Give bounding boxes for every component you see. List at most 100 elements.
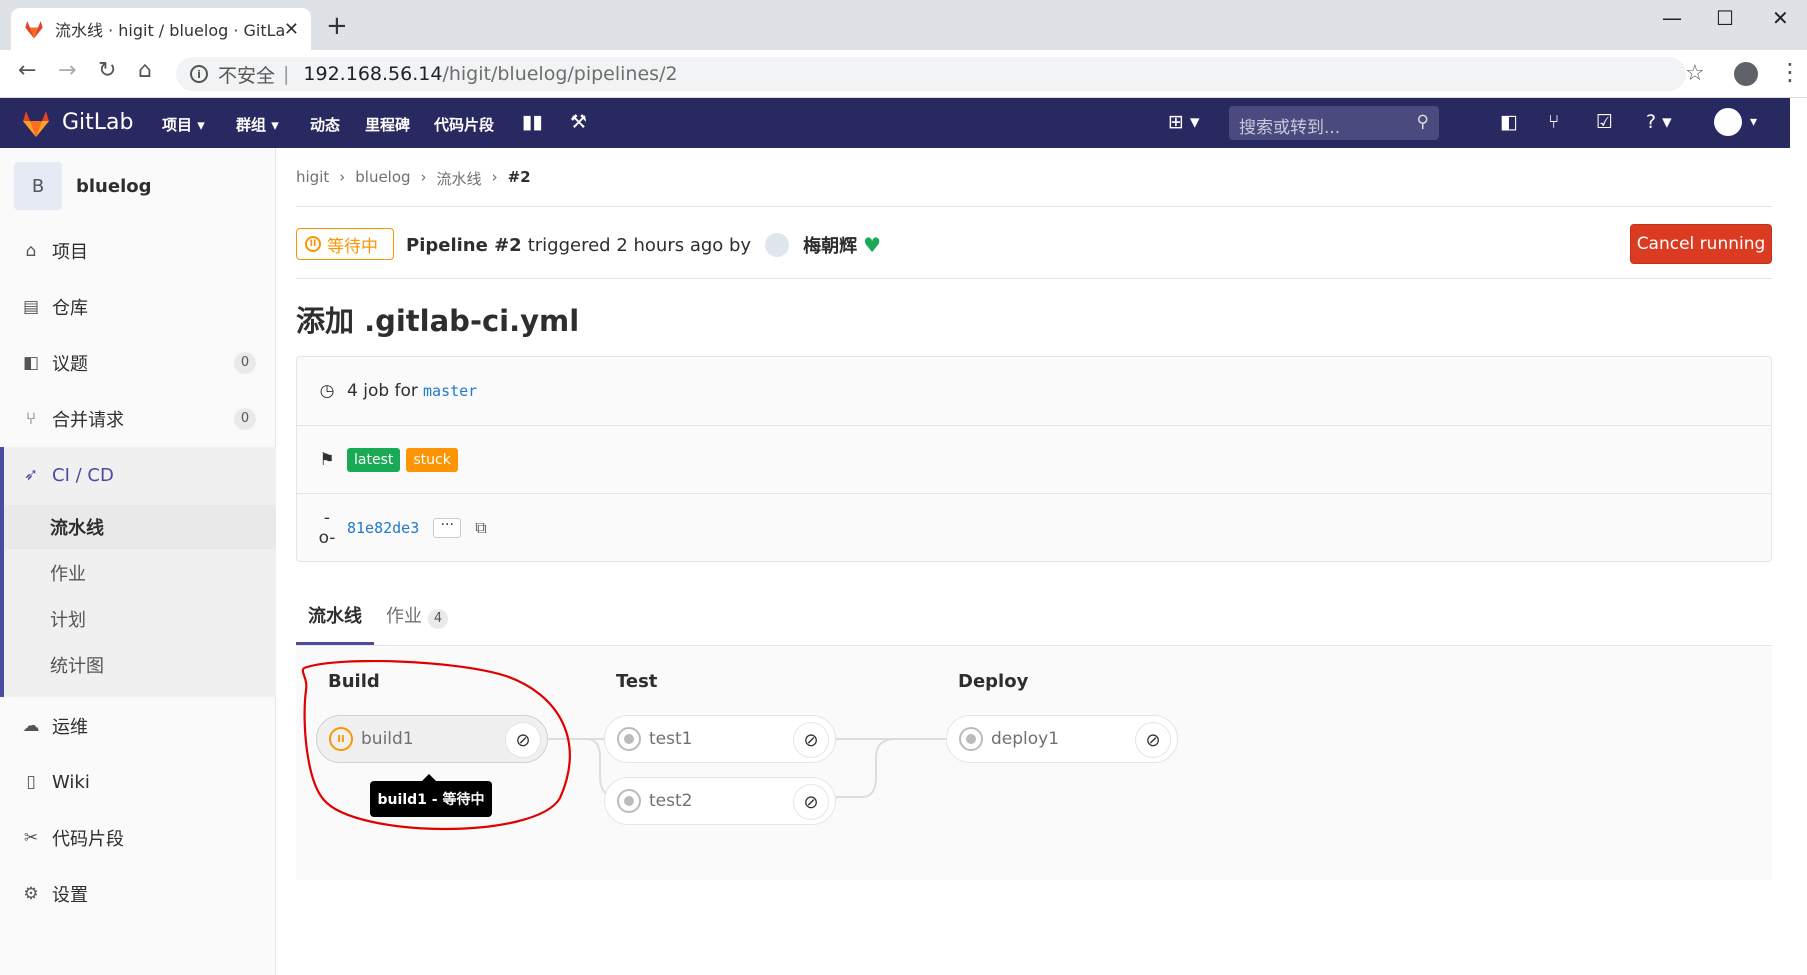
branch-link[interactable]: master [423,382,477,400]
address-bar[interactable]: i 不安全 | 192.168.56.14 /higit/bluelog/pip… [176,57,1686,91]
nav-groups[interactable]: 群组 ▾ [236,114,279,135]
commit-title: 添加 .gitlab-ci.yml [296,304,580,338]
breadcrumb-current[interactable]: #2 [508,168,531,189]
tab-jobs[interactable]: 作业 4 [386,602,448,629]
cancel-job-icon[interactable]: ⊘ [1135,722,1171,758]
sidebar-sub-jobs[interactable]: 作业 [50,560,86,586]
status-badge[interactable]: II 等待中 [296,228,394,260]
sidebar-item-label: 项目 [52,242,88,263]
chart-icon[interactable]: ▮▮ [522,111,543,133]
sidebar-item-label: 仓库 [52,298,88,319]
forward-icon[interactable]: → [58,60,76,82]
project-name: bluelog [76,175,152,197]
browser-tabbar: 流水线 · higit / bluelog · GitLab ✕ + — ☐ ✕ [0,0,1807,50]
sidebar-item-wiki[interactable]: ▯ Wiki [0,758,276,806]
sidebar-sub-charts[interactable]: 统计图 [50,652,104,678]
pipeline-info-box: ◷ 4 job for master ⚑ latest stuck -o- 81… [296,356,1772,562]
cancel-job-icon[interactable]: ⊘ [793,722,829,758]
issues-icon: ◧ [22,353,40,373]
sidebar-item-settings[interactable]: ⚙ 设置 [0,870,276,918]
commit-row: -o- 81e82de3 ··· ⧉ [297,493,1771,561]
merge-request-icon: ⑂ [25,409,37,429]
todo-icon[interactable]: ☑ [1596,111,1613,133]
sidebar-item-label: CI / CD [52,464,114,486]
breadcrumb-pipelines[interactable]: 流水线 [437,168,482,189]
breadcrumb-sep: › [339,168,346,186]
nav-milestones[interactable]: 里程碑 [365,114,410,135]
sidebar-item-repository[interactable]: ▤ 仓库 [0,283,276,331]
search-input[interactable]: 搜索或转到... ⚲ [1229,106,1439,140]
gitlab-brand[interactable]: GitLab [62,110,134,135]
tab-pipeline[interactable]: 流水线 [308,602,362,628]
job-deploy1[interactable]: deploy1 ⊘ [946,715,1178,763]
minimize-icon[interactable]: — [1662,6,1682,30]
heart-icon: ♥ [863,233,882,257]
sidebar-item-snippets[interactable]: ✂ 代码片段 [0,814,276,862]
maximize-icon[interactable]: ☐ [1716,6,1734,30]
status-text: 等待中 [327,236,378,257]
reload-icon[interactable]: ↻ [98,60,116,82]
created-icon [617,789,641,813]
commit-sha-link[interactable]: 81e82de3 [347,519,419,537]
user-avatar-small[interactable] [765,233,790,257]
close-window-icon[interactable]: ✕ [1772,6,1789,30]
label-latest: latest [347,447,401,472]
nav-activity[interactable]: 动态 [310,114,340,135]
breadcrumb-project[interactable]: bluelog [355,168,410,189]
tab-jobs-label: 作业 [386,606,422,627]
new-item-icon[interactable]: ⊞ ▾ [1168,111,1200,133]
sidebar-item-cicd[interactable]: ➶ CI / CD [0,451,276,499]
info-icon[interactable]: i [190,65,208,83]
wrench-icon[interactable]: ⚒ [570,111,587,133]
cancel-running-button[interactable]: Cancel running [1630,224,1772,264]
sidebar-item-project[interactable]: ⌂ 项目 [0,227,276,275]
bookmark-star-icon[interactable]: ☆ [1685,61,1705,86]
back-icon[interactable]: ← [18,60,36,82]
job-test2[interactable]: test2 ⊘ [604,777,836,825]
merge-request-icon[interactable]: ⑂ [1548,111,1559,133]
browser-tab[interactable]: 流水线 · higit / bluelog · GitLab ✕ [11,8,311,50]
breadcrumb-group[interactable]: higit [296,168,329,189]
pipeline-user[interactable]: 梅朝辉 [803,232,857,258]
search-placeholder: 搜索或转到... [1239,118,1341,138]
sidebar-item-merge-requests[interactable]: ⑂ 合并请求 0 [0,395,276,443]
help-icon[interactable]: ? ▾ [1646,111,1672,133]
gitlab-header: GitLab 项目 ▾ 群组 ▾ 动态 里程碑 代码片段 ▮▮ ⚒ ⊞ ▾ 搜索… [0,98,1790,148]
gitlab-logo-icon[interactable] [20,108,52,138]
nav-projects[interactable]: 项目 ▾ [162,114,205,135]
close-tab-icon[interactable]: ✕ [284,19,299,40]
nav-snippets[interactable]: 代码片段 [434,114,494,135]
sidebar-item-label: 代码片段 [52,829,124,850]
sidebar-item-label: 运维 [52,717,88,738]
gear-icon: ⚙ [23,884,39,904]
account-icon[interactable] [1734,62,1758,86]
copy-icon[interactable]: ⧉ [475,518,486,538]
sidebar-sub-schedules[interactable]: 计划 [50,606,86,632]
avatar-chevron-icon[interactable]: ▾ [1750,114,1757,130]
user-avatar[interactable] [1714,108,1742,136]
label-stuck[interactable]: stuck [406,447,458,472]
issues-count-badge: 0 [234,352,256,374]
created-icon [959,727,983,751]
gitlab-favicon-icon [25,21,43,39]
sidebar-item-label: 合并请求 [52,410,124,431]
sidebar-sub-pipelines[interactable]: 流水线 [50,514,104,540]
sidebar-project[interactable]: B bluelog [14,162,152,210]
created-icon [617,727,641,751]
sidebar-item-issues[interactable]: ◧ 议题 0 [0,339,276,387]
job-test1[interactable]: test1 ⊘ [604,715,836,763]
active-tab-underline [296,642,374,645]
cancel-job-icon[interactable]: ⊘ [793,784,829,820]
rocket-icon: ➶ [23,465,39,485]
doc-icon: ▤ [22,297,40,317]
new-tab-button[interactable]: + [326,13,348,39]
sidebar-item-operations[interactable]: ☁ 运维 [0,702,276,750]
browser-toolbar: ← → ↻ ⌂ i 不安全 | 192.168.56.14 /higit/blu… [0,50,1807,98]
expand-commit-button[interactable]: ··· [433,517,462,538]
home-icon[interactable]: ⌂ [138,60,152,82]
issues-icon[interactable]: ◧ [1500,111,1518,133]
divider [296,278,1772,279]
browser-menu-icon[interactable]: ⋮ [1778,58,1802,86]
pipeline-info: Pipeline #2 triggered 2 hours ago by 梅朝辉… [406,232,881,258]
flag-icon: ⚑ [319,449,335,470]
